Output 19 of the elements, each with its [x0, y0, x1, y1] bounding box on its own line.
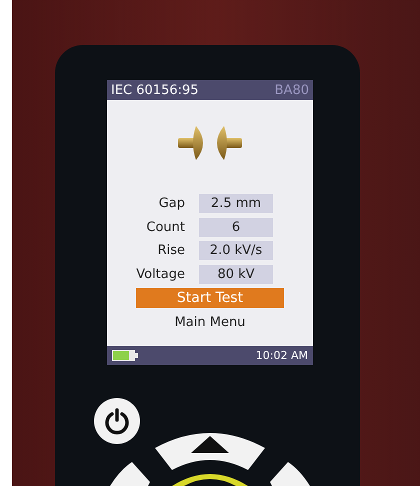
field-label: Gap [158, 195, 186, 213]
field-value[interactable]: 80 kV [199, 264, 273, 284]
field-value[interactable]: 2.5 mm [199, 194, 273, 214]
menu-item[interactable]: Main Menu [136, 313, 284, 333]
field-label: Count [145, 218, 186, 236]
field-value[interactable]: 2.0 kV/s [199, 241, 273, 260]
field-value[interactable]: 6 [199, 218, 273, 237]
model-label: BA80 [274, 84, 309, 96]
field-label: Rise [156, 242, 186, 260]
standard-title: IEC 60156:95 [111, 84, 199, 96]
electrodes-icon [178, 124, 242, 162]
battery-icon [112, 350, 138, 361]
power-icon [103, 407, 131, 435]
right-key[interactable] [270, 462, 310, 486]
center-key-ring[interactable] [172, 474, 248, 486]
clock-time: 10:02 AM [256, 350, 308, 361]
field-label: Voltage [135, 266, 186, 284]
left-key[interactable] [110, 462, 150, 486]
up-key[interactable] [155, 431, 265, 471]
